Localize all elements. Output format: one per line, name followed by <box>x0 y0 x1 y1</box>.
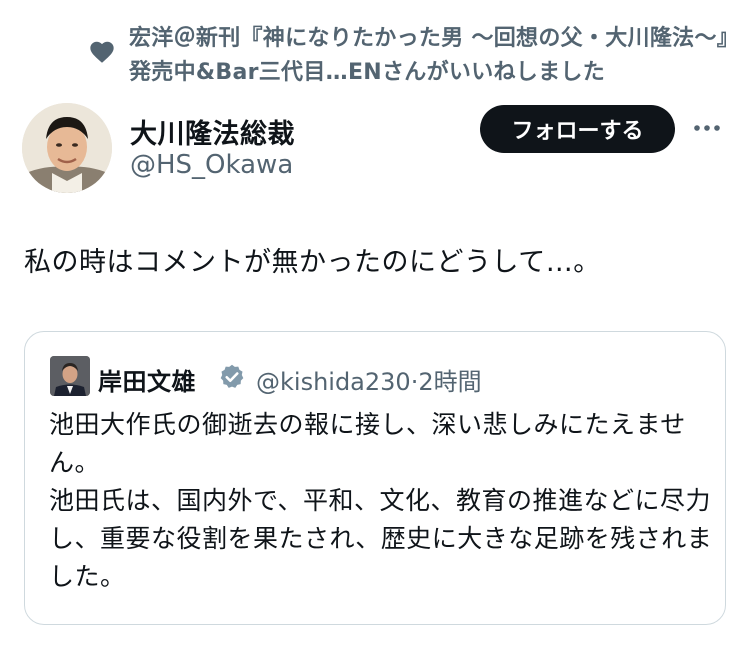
avatar[interactable] <box>22 103 112 193</box>
heart-icon <box>90 41 114 63</box>
author-handle[interactable]: @HS_Okawa <box>130 150 293 180</box>
author-name[interactable]: 大川隆法総裁 <box>130 112 295 151</box>
quoted-paragraph: 池田氏は、国内外で、平和、文化、教育の推進などに尽力し、重要な役割を果たされ、歴… <box>49 486 713 591</box>
quoted-text: 池田大作氏の御逝去の報に接し、深い悲しみにたえません。 池田氏は、国内外で、平和… <box>49 406 714 596</box>
verified-badge-icon <box>220 364 244 388</box>
quoted-avatar <box>50 356 90 396</box>
quoted-handle: @kishida230 <box>256 368 411 396</box>
quoted-tweet-card[interactable]: 岸田文雄 @kishida230·2時間 池田大作氏の御逝去の報に接し、深い悲し… <box>24 331 726 625</box>
quoted-meta: @kishida230·2時間 <box>256 362 482 397</box>
quoted-author-name: 岸田文雄 <box>98 368 196 396</box>
social-context: 宏洋＠新刊『神になりたかった男 〜回想の父・大川隆法〜』発売中&Bar三代目…E… <box>0 0 749 100</box>
quoted-paragraph: 池田大作氏の御逝去の報に接し、深い悲しみにたえません。 <box>49 410 686 477</box>
more-options-icon[interactable] <box>692 121 722 135</box>
quoted-timestamp[interactable]: 2時間 <box>418 368 481 396</box>
follow-button[interactable]: フォローする <box>480 105 675 153</box>
tweet-text: 私の時はコメントが無かったのにどうして…。 <box>24 247 601 278</box>
liked-by-text[interactable]: 宏洋＠新刊『神になりたかった男 〜回想の父・大川隆法〜』発売中&Bar三代目…E… <box>129 22 739 90</box>
